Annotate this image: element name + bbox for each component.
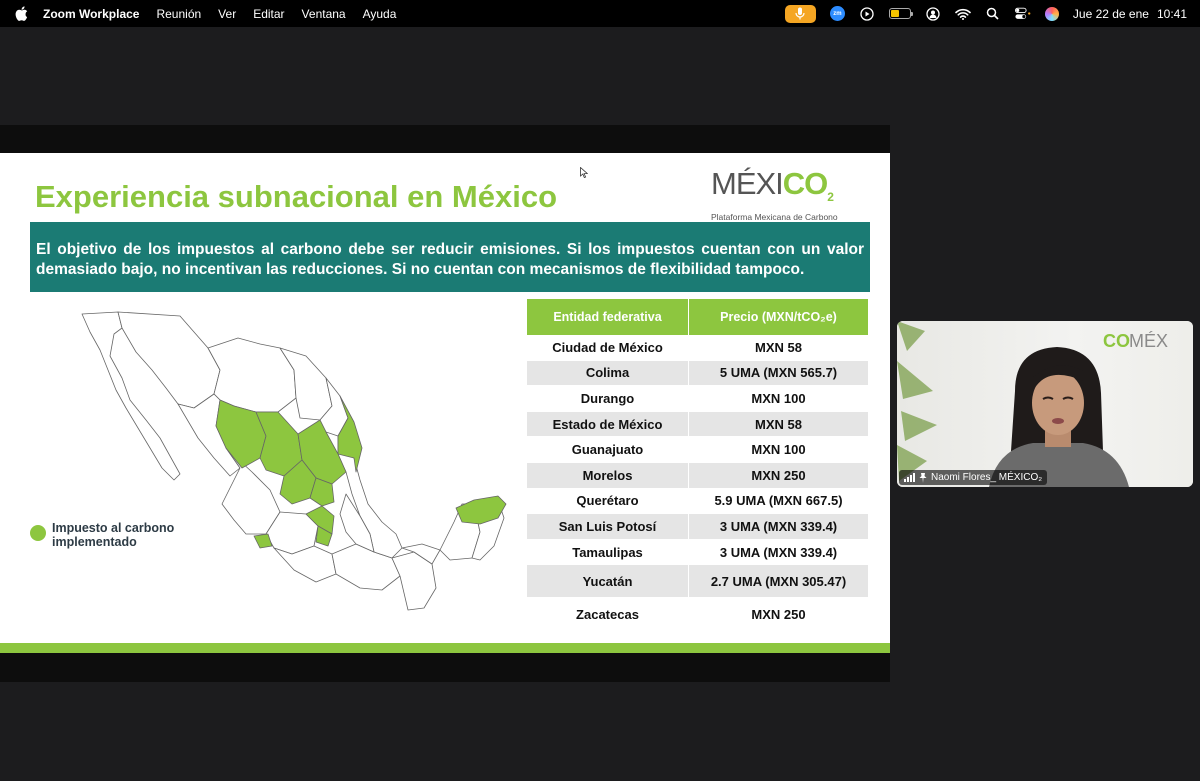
table-row: Durango MXN 100 <box>527 386 868 412</box>
map-sonora <box>117 311 221 409</box>
logo-word-sub: 2 <box>827 190 834 205</box>
row-entidad: Estado de México <box>527 411 689 438</box>
logo-word-b: CO <box>782 166 828 201</box>
participant-name-tag: Naomi Flores_ MÉXICO₂ <box>899 470 1048 485</box>
row-entidad: Tamaulipas <box>527 539 689 566</box>
play-icon[interactable] <box>859 6 875 22</box>
menu-app-name[interactable]: Zoom Workplace <box>43 7 139 21</box>
clock-date: Jue 22 de ene <box>1072 6 1149 21</box>
row-precio: MXN 100 <box>689 437 868 463</box>
table-row: San Luis Potosí 3 UMA (MXN 339.4) <box>527 514 868 540</box>
participant-figure: CO MÉX <box>897 321 1168 487</box>
header-precio: Precio (MXN/tCO₂e) <box>689 299 868 335</box>
control-center-icon[interactable] <box>1014 6 1031 22</box>
map-guerrero <box>273 545 337 583</box>
table-row: Zacatecas MXN 250 <box>527 598 868 633</box>
row-precio: 3 UMA (MXN 339.4) <box>689 514 868 540</box>
table-row: Colima 5 UMA (MXN 565.7) <box>527 360 868 387</box>
logo-subtitle: Plataforma Mexicana de Carbono <box>711 212 838 223</box>
table-row: Tamaulipas 3 UMA (MXN 339.4) <box>527 539 868 566</box>
header-entidad: Entidad federativa <box>527 299 689 335</box>
svg-text:CO: CO <box>1103 331 1130 351</box>
row-precio: 2.7 UMA (MXN 305.47) <box>689 565 868 599</box>
map-legend: Impuesto al carbono implementado <box>30 521 182 549</box>
row-precio: MXN 100 <box>689 386 868 412</box>
participant-video[interactable]: CO MÉX Naomi Flores_ MÉXICO₂ <box>897 321 1193 487</box>
row-precio: MXN 250 <box>689 462 868 489</box>
carbon-price-table: Entidad federativa Precio (MXN/tCO₂e) Ci… <box>527 299 868 633</box>
microphone-icon[interactable] <box>784 4 816 23</box>
slide-footer-bar <box>0 643 890 653</box>
user-icon[interactable] <box>925 6 941 22</box>
table-row: Ciudad de México MXN 58 <box>527 335 868 361</box>
legend-label: Impuesto al carbono implementado <box>52 521 175 549</box>
apple-icon[interactable] <box>15 6 29 21</box>
row-entidad: Zacatecas <box>527 598 689 633</box>
table-row: Yucatán 2.7 UMA (MXN 305.47) <box>527 565 868 599</box>
clock[interactable]: Jue 22 de ene 10:41 <box>1073 7 1187 21</box>
menu-ver[interactable]: Ver <box>218 7 236 21</box>
status-tray: zm Jue 22 de ene 10:41 <box>784 0 1187 27</box>
row-precio: 5.9 UMA (MXN 667.5) <box>689 489 868 515</box>
svg-text:MÉX: MÉX <box>1129 331 1168 351</box>
logo-word-a: MÉXI <box>711 166 784 201</box>
row-precio: MXN 58 <box>689 335 868 361</box>
row-entidad: Ciudad de México <box>527 335 689 361</box>
wifi-icon[interactable] <box>955 6 971 22</box>
table-header-row: Entidad federativa Precio (MXN/tCO₂e) <box>527 299 868 335</box>
slide-title: Experiencia subnacional en México <box>35 179 558 214</box>
pin-icon <box>919 472 927 483</box>
mexico2-logo: MÉXICO2 Plataforma Mexicana de Carbono <box>711 166 851 223</box>
table-row: Estado de México MXN 58 <box>527 411 868 438</box>
row-entidad: Colima <box>527 360 689 387</box>
search-icon[interactable] <box>985 6 1001 22</box>
shared-screen[interactable]: Experiencia subnacional en México MÉXICO… <box>0 125 890 682</box>
signal-icon <box>904 473 915 482</box>
table-row: Morelos MXN 250 <box>527 462 868 489</box>
menu-reunion[interactable]: Reunión <box>156 7 201 21</box>
menu-ventana[interactable]: Ventana <box>302 7 346 21</box>
row-entidad: Querétaro <box>527 488 689 515</box>
table-row: Querétaro 5.9 UMA (MXN 667.5) <box>527 488 868 515</box>
row-precio: MXN 58 <box>689 411 868 438</box>
menu-editar[interactable]: Editar <box>253 7 284 21</box>
row-precio: 5 UMA (MXN 565.7) <box>689 360 868 387</box>
mouse-cursor-icon <box>580 167 588 178</box>
zoom-icon[interactable]: zm <box>829 6 845 21</box>
menu-bar: Zoom Workplace Reunión Ver Editar Ventan… <box>0 0 1200 27</box>
presentation-slide: Experiencia subnacional en México MÉXICO… <box>0 153 890 653</box>
row-entidad: Morelos <box>527 462 689 489</box>
row-precio: 3 UMA (MXN 339.4) <box>689 540 868 566</box>
clock-time: 10:41 <box>1156 6 1187 21</box>
row-entidad: San Luis Potosí <box>527 514 689 540</box>
row-precio: MXN 250 <box>689 598 868 633</box>
row-entidad: Guanajuato <box>527 437 689 463</box>
participant-name: Naomi Flores_ MÉXICO₂ <box>931 472 1043 483</box>
battery-icon[interactable] <box>888 8 913 19</box>
row-entidad: Yucatán <box>527 565 689 599</box>
legend-swatch <box>30 525 46 541</box>
objective-banner: El objetivo de los impuestos al carbono … <box>30 222 870 292</box>
menu-ayuda[interactable]: Ayuda <box>363 7 397 21</box>
siri-icon[interactable] <box>1044 6 1059 21</box>
row-entidad: Durango <box>527 386 689 412</box>
table-row: Guanajuato MXN 100 <box>527 437 868 463</box>
mexico-map <box>81 311 507 611</box>
